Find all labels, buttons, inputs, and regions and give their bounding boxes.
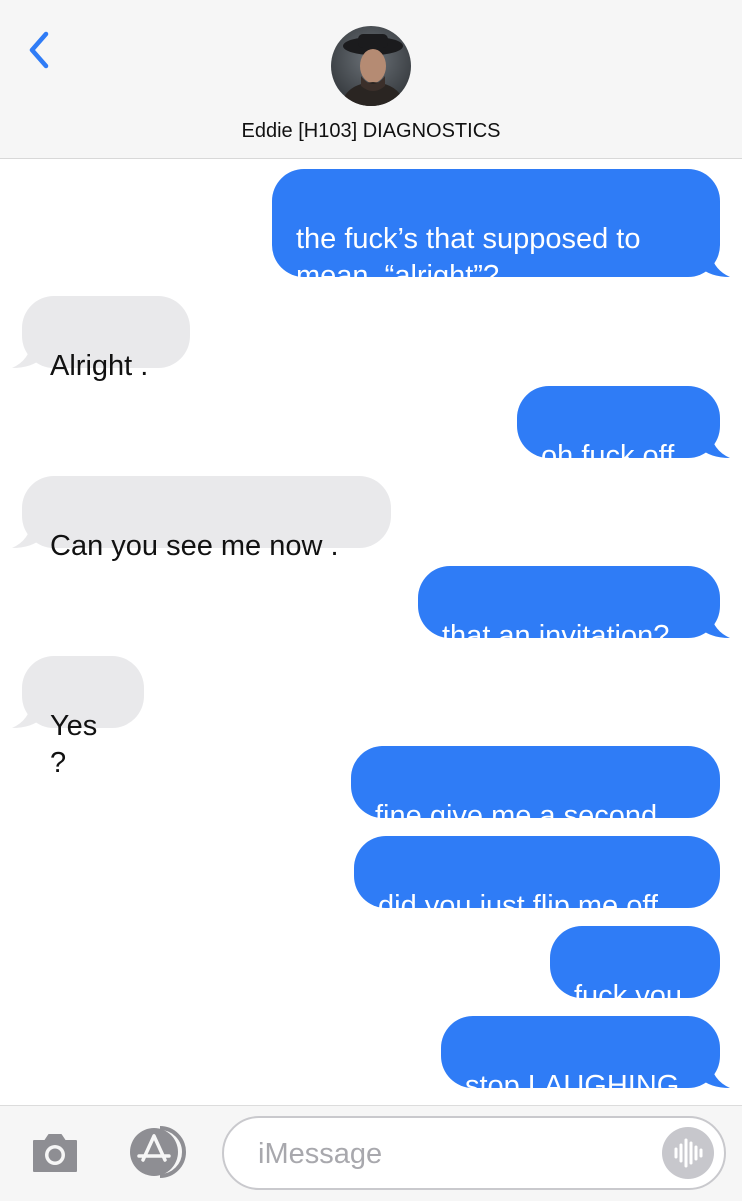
bubble-tail xyxy=(700,610,730,638)
message-text: did you just flip me off xyxy=(378,890,658,922)
message-text: Can you see me now . xyxy=(50,530,339,562)
contact-name[interactable]: Eddie [H103] DIAGNOSTICS xyxy=(0,120,742,143)
message-text: stop LAUGHING xyxy=(465,1070,680,1102)
input-placeholder: iMessage xyxy=(258,1138,383,1170)
bubble-tail xyxy=(12,700,42,728)
sent-message[interactable]: fine give me a second xyxy=(351,746,720,832)
message-text: the fuck’s that supposed to mean, “alrig… xyxy=(296,223,641,292)
camera-button[interactable] xyxy=(30,1131,80,1173)
app-store-icon xyxy=(130,1126,186,1178)
imessage-input[interactable]: iMessage xyxy=(222,1116,726,1190)
avatar-photo xyxy=(331,26,411,106)
received-message[interactable]: Can you see me now . xyxy=(12,476,391,562)
sent-message[interactable]: oh fuck off xyxy=(517,386,730,472)
message-text: Alright . xyxy=(50,350,149,382)
message-thread[interactable]: the fuck’s that supposed to mean, “alrig… xyxy=(0,159,742,1105)
sent-message[interactable]: that an invitation? xyxy=(418,566,730,652)
received-message[interactable]: Yes ? xyxy=(12,656,144,779)
message-text: fuck you xyxy=(574,980,682,1012)
sent-message[interactable]: the fuck’s that supposed to mean, “alrig… xyxy=(272,169,730,292)
chevron-left-icon xyxy=(29,31,49,69)
bubble-tail xyxy=(700,430,730,458)
conversation-header: Eddie [H103] DIAGNOSTICS xyxy=(0,0,742,159)
sent-message[interactable]: fuck you xyxy=(550,926,720,1012)
sent-message[interactable]: stop LAUGHING xyxy=(441,1016,730,1102)
message-text: fine give me a second xyxy=(375,800,658,832)
camera-icon xyxy=(33,1134,77,1172)
audio-record-button[interactable] xyxy=(662,1127,714,1179)
app-drawer-button[interactable] xyxy=(124,1126,188,1178)
bubble-tail xyxy=(12,340,42,368)
sent-message[interactable]: did you just flip me off xyxy=(354,836,720,922)
back-button[interactable] xyxy=(22,26,58,74)
received-message[interactable]: Alright . xyxy=(12,296,190,382)
message-text: oh fuck off xyxy=(541,440,675,472)
message-composer: iMessage xyxy=(0,1105,742,1201)
contact-avatar[interactable] xyxy=(331,26,411,106)
bubble-tail xyxy=(700,1060,730,1088)
bubble-tail xyxy=(700,249,730,277)
message-text: that an invitation? xyxy=(442,620,670,652)
message-text: Yes ? xyxy=(50,710,98,779)
audio-waveform-icon xyxy=(674,1138,703,1168)
bubble-tail xyxy=(12,520,42,548)
